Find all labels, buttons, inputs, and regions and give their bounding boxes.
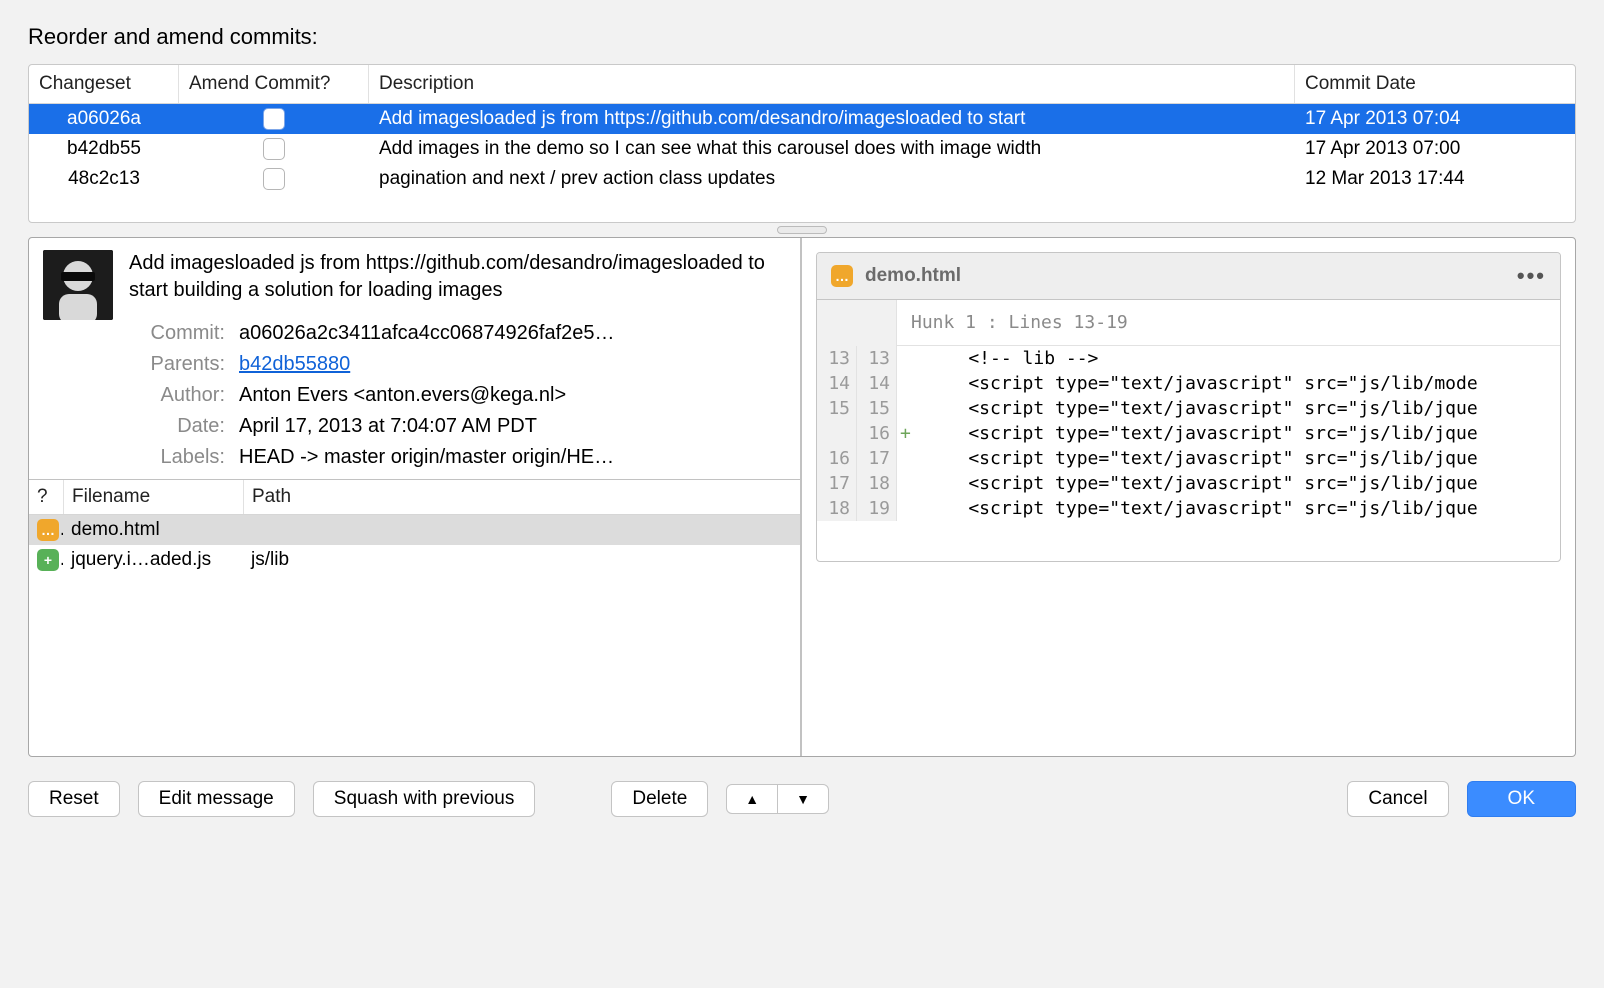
diff-sign — [897, 346, 919, 371]
meta-labels-value: HEAD -> master origin/master origin/HE… — [239, 446, 786, 469]
col-description[interactable]: Description — [369, 65, 1295, 103]
gutter-old — [817, 421, 857, 446]
gutter-new: 15 — [857, 396, 897, 421]
cell-amend — [179, 164, 369, 194]
col-path[interactable]: Path — [243, 480, 800, 514]
meta-author-label: Author: — [129, 384, 239, 407]
meta-date-value: April 17, 2013 at 7:04:07 AM PDT — [239, 415, 786, 438]
diff-filename: demo.html — [865, 265, 961, 287]
move-up-button[interactable]: ▲ — [727, 785, 777, 813]
col-filename[interactable]: Filename — [63, 480, 243, 514]
gutter-new: 17 — [857, 446, 897, 471]
cell-description: Add images in the demo so I can see what… — [369, 134, 1295, 164]
diff-sign — [897, 496, 919, 521]
diff-code-line: <!-- lib --> — [919, 346, 1560, 371]
gutter-new: 13 — [857, 346, 897, 371]
list-item[interactable]: …demo.html — [29, 515, 800, 545]
cell-filename: jquery.i…aded.js — [63, 545, 243, 575]
diff-code-line: <script type="text/javascript" src="js/l… — [919, 471, 1560, 496]
split-drag-handle[interactable] — [30, 223, 1574, 237]
diff-code-line: <script type="text/javascript" src="js/l… — [919, 421, 1560, 446]
cell-filename: demo.html — [63, 515, 243, 545]
commit-message: Add imagesloaded js from https://github.… — [129, 250, 786, 304]
cell-amend — [179, 134, 369, 164]
col-commit-date[interactable]: Commit Date — [1295, 65, 1575, 103]
cell-changeset: b42db55 — [29, 134, 179, 164]
diff-more-menu-icon[interactable]: ••• — [1517, 263, 1546, 289]
edit-message-button[interactable]: Edit message — [138, 781, 295, 817]
button-bar: Reset Edit message Squash with previous … — [28, 757, 1576, 817]
modified-file-icon: … — [37, 519, 59, 541]
diff-code-line: <script type="text/javascript" src="js/l… — [919, 496, 1560, 521]
ok-button[interactable]: OK — [1467, 781, 1576, 817]
meta-date-label: Date: — [129, 415, 239, 438]
gutter-old: 14 — [817, 371, 857, 396]
author-avatar — [43, 250, 113, 320]
gutter-old: 13 — [817, 346, 857, 371]
diff-code-line: <script type="text/javascript" src="js/l… — [919, 371, 1560, 396]
amend-checkbox[interactable] — [263, 168, 285, 190]
delete-button[interactable]: Delete — [611, 781, 708, 817]
meta-parents-label: Parents: — [129, 353, 239, 376]
diff-code-line: <script type="text/javascript" src="js/l… — [919, 396, 1560, 421]
cell-path — [243, 526, 800, 534]
dialog-title: Reorder and amend commits: — [28, 24, 1576, 50]
diff-sign — [897, 446, 919, 471]
files-table: ? Filename Path …demo.html+jquery.i…aded… — [29, 479, 800, 756]
amend-checkbox[interactable] — [263, 138, 285, 160]
col-amend[interactable]: Amend Commit? — [179, 65, 369, 103]
meta-commit-value: a06026a2c3411afca4cc06874926faf2e5… — [239, 322, 786, 345]
cancel-button[interactable]: Cancel — [1347, 781, 1448, 817]
move-down-button[interactable]: ▼ — [777, 785, 828, 813]
gutter-new: 16 — [857, 421, 897, 446]
reorder-buttons: ▲ ▼ — [726, 784, 829, 814]
cell-date: 12 Mar 2013 17:44 — [1295, 164, 1575, 194]
meta-commit-label: Commit: — [129, 322, 239, 345]
gutter-old: 18 — [817, 496, 857, 521]
meta-author-value: Anton Evers <anton.evers@kega.nl> — [239, 384, 786, 407]
table-row[interactable]: 48c2c13 pagination and next / prev action… — [29, 164, 1575, 194]
added-file-icon: + — [37, 549, 59, 571]
col-status[interactable]: ? — [29, 480, 63, 514]
commit-detail-panel: Add imagesloaded js from https://github.… — [29, 238, 802, 756]
diff-hunk-title: Hunk 1 : Lines 13-19 — [897, 300, 1560, 346]
diff-sign — [897, 396, 919, 421]
col-changeset[interactable]: Changeset — [29, 65, 179, 103]
table-row[interactable]: b42db55 Add images in the demo so I can s… — [29, 134, 1575, 164]
diff-panel: … demo.html ••• Hunk 1 : Lines 13-19 131… — [802, 238, 1575, 756]
gutter-old: 17 — [817, 471, 857, 496]
cell-amend — [179, 104, 369, 134]
files-table-header: ? Filename Path — [29, 480, 800, 515]
cell-path: js/lib — [243, 545, 800, 575]
cell-date: 17 Apr 2013 07:04 — [1295, 104, 1575, 134]
list-item[interactable]: +jquery.i…aded.jsjs/lib — [29, 545, 800, 575]
commits-table: Changeset Amend Commit? Description Comm… — [28, 64, 1576, 223]
diff-code-line: <script type="text/javascript" src="js/l… — [919, 446, 1560, 471]
cell-changeset: a06026a — [29, 104, 179, 134]
table-row[interactable]: a06026a Add imagesloaded js from https://… — [29, 104, 1575, 134]
diff-sign — [897, 471, 919, 496]
gutter-old: 15 — [817, 396, 857, 421]
reset-button[interactable]: Reset — [28, 781, 120, 817]
detail-panels: Add imagesloaded js from https://github.… — [28, 237, 1576, 757]
cell-changeset: 48c2c13 — [29, 164, 179, 194]
cell-description: pagination and next / prev action class … — [369, 164, 1295, 194]
diff-sign: + — [897, 421, 919, 446]
gutter-new: 14 — [857, 371, 897, 396]
cell-description: Add imagesloaded js from https://github.… — [369, 104, 1295, 134]
gutter-old: 16 — [817, 446, 857, 471]
amend-checkbox[interactable] — [263, 108, 285, 130]
squash-button[interactable]: Squash with previous — [313, 781, 536, 817]
gutter-new: 18 — [857, 471, 897, 496]
cell-date: 17 Apr 2013 07:00 — [1295, 134, 1575, 164]
modified-file-icon: … — [831, 265, 853, 287]
commits-table-header: Changeset Amend Commit? Description Comm… — [29, 65, 1575, 104]
meta-labels-label: Labels: — [129, 446, 239, 469]
gutter-new: 19 — [857, 496, 897, 521]
meta-parents-link[interactable]: b42db55880 — [239, 353, 350, 375]
diff-sign — [897, 371, 919, 396]
